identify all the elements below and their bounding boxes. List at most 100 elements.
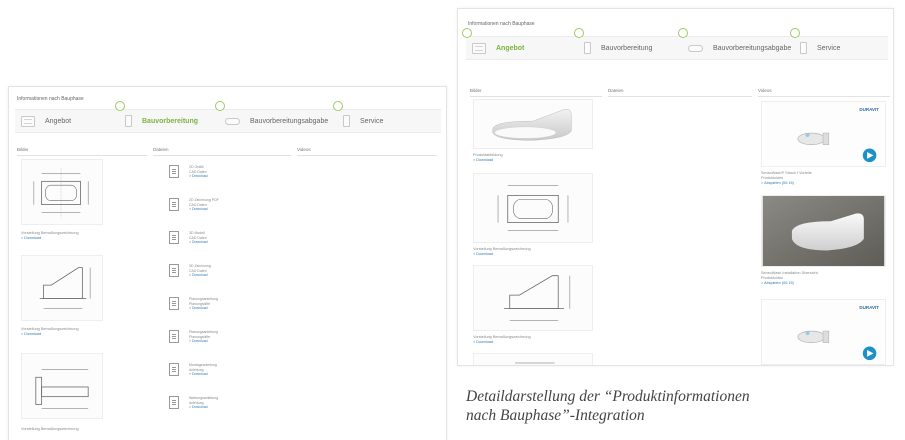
drawing-thumbnail[interactable] (473, 173, 593, 243)
download-link[interactable]: > Download (189, 372, 217, 377)
file-icon (169, 231, 179, 244)
toilet-side-view-drawing (39, 267, 91, 309)
grid-icon (472, 42, 486, 54)
figure-caption: Detaildarstellung der “Produktinformatio… (466, 387, 896, 425)
tab-label: Bauvorbereitung (601, 44, 653, 52)
step-marker (574, 28, 584, 38)
tab-bauvorbereitungsabgabe[interactable]: Bauvorbereitungsabgabe (678, 28, 794, 59)
tab-label: Bauvorbereitungsabgabe (713, 44, 792, 52)
download-link[interactable]: > Download (21, 236, 79, 241)
column-header-dateien: Dateien (608, 88, 752, 97)
caption-line-1: Detaildarstellung der “Produktinformatio… (466, 388, 750, 405)
tab-label: Bauvorbereitung (142, 117, 199, 125)
file-icon (169, 330, 179, 343)
product-image-thumbnail[interactable] (473, 99, 593, 149)
download-link[interactable]: > Download (21, 332, 79, 337)
download-link[interactable]: > Download (473, 158, 503, 163)
image-caption: Vorstellung Bemaßungszeichnung > Downloa… (21, 231, 79, 241)
tab-label: Service (360, 117, 384, 125)
drawing-thumbnail[interactable] (473, 265, 593, 331)
download-link[interactable]: > Download (473, 252, 531, 257)
phase-tabs: Angebot Bauvorbereitung Bauvorbereitungs… (15, 101, 441, 133)
tab-angebot[interactable]: Angebot (462, 28, 578, 59)
step-marker (115, 101, 125, 111)
cloud-icon (688, 44, 703, 52)
file-icon (169, 165, 179, 178)
bauphase-panel-right: Informationen nach Bauphase Angebot Bauv… (457, 8, 894, 366)
download-link[interactable]: > Download (189, 174, 208, 179)
tab-angebot[interactable]: Angebot (15, 110, 119, 132)
file-item[interactable]: Wartungsanleitung Anleitung > Download (169, 396, 218, 410)
drawing-thumbnail[interactable] (21, 159, 103, 225)
drawing-thumbnail[interactable] (21, 255, 103, 321)
play-link[interactable]: > Abspielen (00:15) (761, 281, 818, 286)
document-icon (800, 42, 807, 54)
column-header-dateien: Dateien (153, 147, 291, 156)
step-marker (215, 101, 225, 111)
file-icon (169, 396, 179, 409)
step-marker (462, 28, 472, 38)
video-caption: SensoWash Installation Übersicht Produkt… (761, 271, 818, 286)
toilet-side-view-drawing (503, 275, 571, 321)
video-caption: SensoWash® Starck f Vorteile Produktvide… (761, 171, 812, 186)
grid-icon (21, 115, 35, 127)
download-link[interactable]: > Download (189, 405, 218, 410)
tab-service[interactable]: Service (790, 28, 884, 59)
tab-label: Bauvorbereitungsabgabe (250, 117, 329, 125)
video-thumbnail[interactable]: DURAVIT (761, 299, 886, 365)
tab-service[interactable]: Service (333, 101, 437, 132)
video-thumbnail[interactable]: DURAVIT (761, 101, 886, 167)
download-link[interactable]: > Download (189, 207, 219, 212)
column-header-bilder: Bilder (17, 147, 147, 156)
drawing-thumbnail[interactable] (21, 353, 103, 419)
file-item[interactable]: Planungsanleitung Planungshilfe > Download (169, 330, 218, 344)
breadcrumb: Informationen nach Bauphase (17, 96, 84, 102)
image-caption: Vorstellung Bemaßungszeichnung > Downloa… (473, 247, 531, 257)
file-icon (169, 264, 179, 277)
toilet-seat-photo (492, 109, 572, 141)
column-header-videos: Videos (297, 147, 437, 156)
file-item[interactable]: 3D Modell CAD Daten > Download (169, 231, 208, 245)
download-link[interactable]: > Download (189, 240, 208, 245)
column-header-videos: Videos (758, 88, 890, 97)
toilet-front-view-drawing (35, 369, 89, 409)
step-marker (333, 101, 343, 111)
document-icon (125, 115, 132, 127)
download-link[interactable]: > Download (189, 273, 211, 278)
file-item[interactable]: 3D Zeichnung CAD Daten > Download (169, 264, 211, 278)
play-link[interactable]: > Abspielen (00:15) (761, 181, 812, 186)
column-header-bilder: Bilder (470, 88, 602, 97)
document-icon (343, 115, 350, 127)
download-link[interactable]: > Download (189, 339, 218, 344)
file-icon (169, 363, 179, 376)
step-marker (790, 28, 800, 38)
tab-label: Service (817, 44, 841, 52)
column-headers: Bilder Dateien Videos (17, 147, 443, 156)
tab-bauvorbereitung[interactable]: Bauvorbereitung (574, 28, 682, 59)
brand-logo: DURAVIT (859, 305, 879, 310)
tab-bauvorbereitungsabgabe[interactable]: Bauvorbereitungsabgabe (215, 101, 337, 132)
phase-tabs: Angebot Bauvorbereitung Bauvorbereitungs… (462, 28, 888, 60)
drawing-thumbnail[interactable] (473, 353, 593, 365)
file-icon (169, 297, 179, 310)
tab-label: Angebot (496, 44, 525, 52)
column-headers: Bilder Dateien Videos (470, 88, 893, 97)
file-icon (169, 198, 179, 211)
download-link[interactable]: > Download (473, 340, 531, 345)
bauphase-panel-left: Informationen nach Bauphase Angebot Bauv… (8, 86, 447, 440)
file-item[interactable]: Montageanleitung Anleitung > Download (169, 363, 217, 377)
breadcrumb: Informationen nach Bauphase (468, 21, 535, 27)
tab-label: Angebot (45, 117, 72, 125)
cloud-icon (225, 117, 240, 125)
download-link[interactable]: > Download (189, 306, 218, 311)
video-thumbnail[interactable] (761, 195, 886, 267)
file-item[interactable]: 2D Zeichnung PDF CAD Daten > Download (169, 198, 219, 212)
file-item[interactable]: 2D Grafik CAD Daten > Download (169, 165, 208, 179)
file-item[interactable]: Planungsanleitung Planungshilfe > Download (169, 297, 218, 311)
image-caption: Vorstellung Bemaßungszeichnung > Downloa… (21, 327, 79, 337)
image-caption: Vorstellung Bemaßungszeichnung (21, 427, 79, 431)
step-marker (678, 28, 688, 38)
tab-bauvorbereitung[interactable]: Bauvorbereitung (115, 101, 219, 132)
image-caption: Vorstellung Bemaßungszeichnung > Downloa… (473, 335, 531, 345)
image-caption: Produktabbildung > Download (473, 153, 503, 163)
